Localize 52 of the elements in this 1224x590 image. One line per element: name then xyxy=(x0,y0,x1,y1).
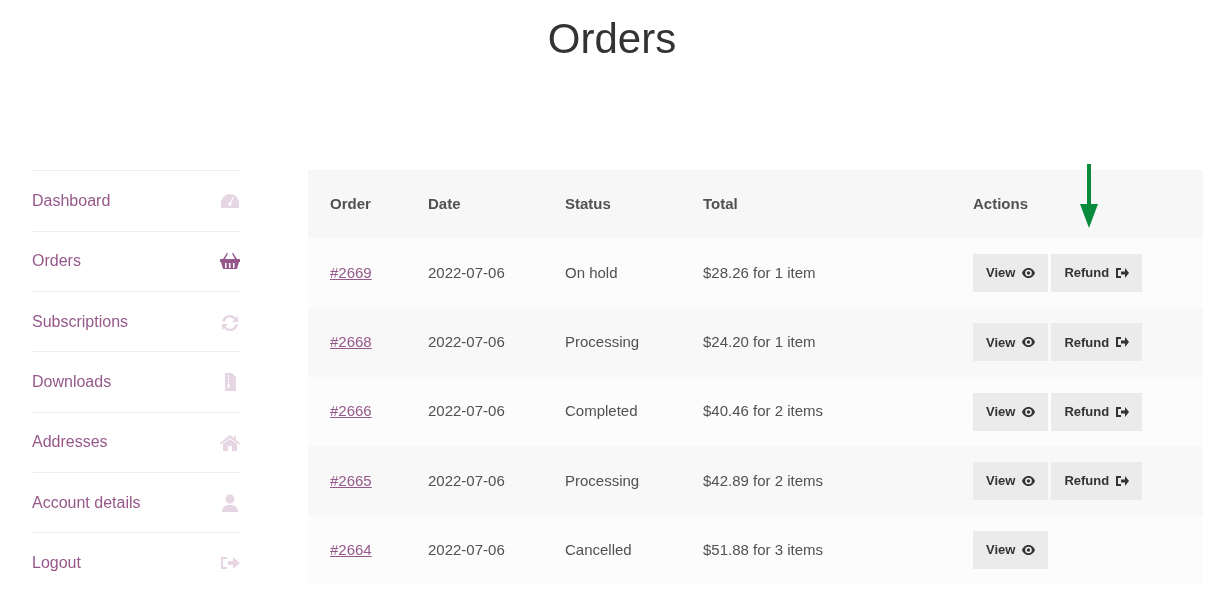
view-button[interactable]: View xyxy=(973,392,1049,431)
column-header: Status xyxy=(565,195,611,213)
view-button[interactable]: View xyxy=(973,461,1049,500)
date-cell: 2022-07-06 xyxy=(428,471,505,489)
refund-button[interactable]: Refund xyxy=(1051,254,1143,293)
status-cell: On hold xyxy=(565,263,618,281)
order-link[interactable]: #2666 xyxy=(330,402,372,420)
view-button[interactable]: View xyxy=(973,254,1049,293)
sidebar-item[interactable]: Subscriptions xyxy=(32,292,240,353)
page-title: Orders xyxy=(546,14,678,64)
date-cell: 2022-07-06 xyxy=(428,263,505,281)
total-cell: $28.26 for 1 item xyxy=(703,263,816,281)
status-cell: Cancelled xyxy=(565,540,632,558)
date-cell: 2022-07-06 xyxy=(428,540,505,558)
sidebar-item[interactable]: Orders xyxy=(32,231,240,292)
column-header: Order xyxy=(330,195,371,213)
status-cell: Completed xyxy=(565,402,638,420)
sign-out-icon xyxy=(1116,267,1130,280)
total-cell: $42.89 for 2 items xyxy=(703,471,824,489)
date-cell: 2022-07-06 xyxy=(428,333,505,351)
refund-button[interactable]: Refund xyxy=(1051,461,1143,500)
total-cell: $51.88 for 3 items xyxy=(703,540,824,558)
column-header: Total xyxy=(703,195,738,213)
date-cell: 2022-07-06 xyxy=(428,402,505,420)
sign-out-icon xyxy=(1116,474,1130,487)
order-link[interactable]: #2665 xyxy=(330,471,372,489)
sidebar-item[interactable]: Account details xyxy=(32,472,240,534)
order-link[interactable]: #2668 xyxy=(330,333,372,351)
total-cell: $24.20 for 1 item xyxy=(703,333,816,351)
eye-icon xyxy=(1022,405,1036,418)
sidebar-item[interactable]: Downloads xyxy=(32,352,240,413)
refund-button[interactable]: Refund xyxy=(1051,323,1143,362)
eye-icon xyxy=(1022,267,1036,280)
eye-icon xyxy=(1022,544,1036,557)
annotation-arrow xyxy=(1079,164,1099,229)
view-button[interactable]: View xyxy=(973,531,1049,570)
status-cell: Processing xyxy=(565,333,640,351)
column-header: Date xyxy=(428,195,461,213)
refund-button[interactable]: Refund xyxy=(1051,392,1143,431)
status-cell: Processing xyxy=(565,471,640,489)
view-button[interactable]: View xyxy=(973,323,1049,362)
sidebar-item[interactable]: Logout xyxy=(32,533,240,590)
column-header: Actions xyxy=(973,195,1028,213)
order-link[interactable]: #2664 xyxy=(330,540,372,558)
eye-icon xyxy=(1022,336,1036,349)
sign-out-icon xyxy=(1116,405,1130,418)
eye-icon xyxy=(1022,474,1036,487)
sign-out-icon xyxy=(1116,336,1130,349)
order-link[interactable]: #2669 xyxy=(330,263,372,281)
sidebar-item[interactable]: Dashboard xyxy=(32,171,240,232)
sidebar-item[interactable]: Addresses xyxy=(32,412,240,473)
total-cell: $40.46 for 2 items xyxy=(703,402,824,420)
